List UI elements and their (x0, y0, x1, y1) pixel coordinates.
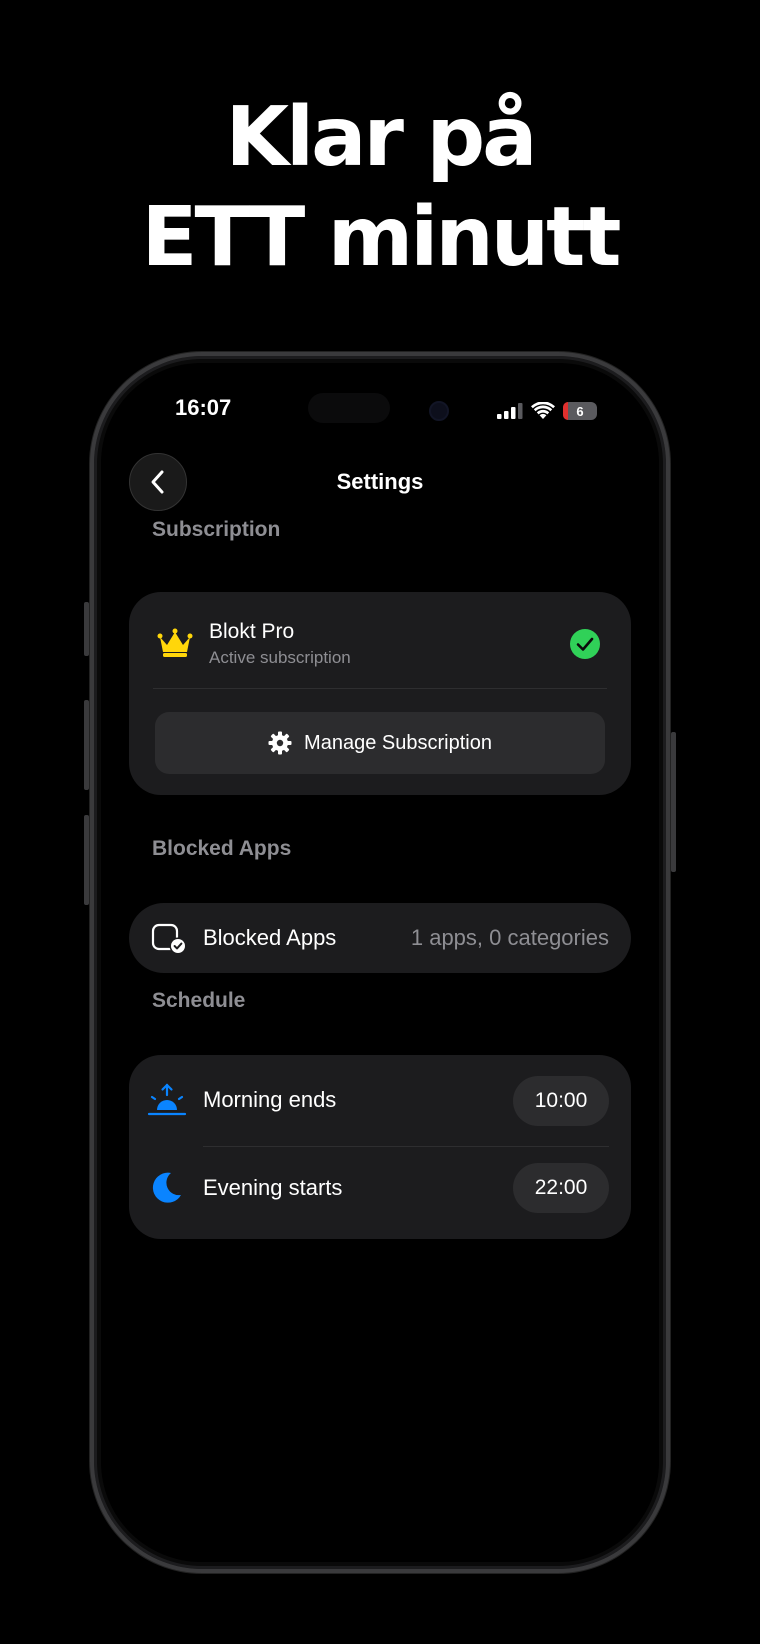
phone-volume-up-button (84, 700, 89, 790)
evening-starts-time-picker[interactable]: 22:00 (513, 1163, 609, 1213)
plan-status: Active subscription (209, 648, 351, 667)
phone-volume-down-button (84, 815, 89, 905)
evening-starts-label: Evening starts (203, 1175, 343, 1200)
dynamic-island (308, 393, 390, 423)
app-check-icon (151, 923, 187, 955)
schedule-section-label: Schedule (152, 989, 246, 1012)
crown-icon (157, 628, 193, 657)
morning-ends-label: Morning ends (203, 1087, 337, 1112)
wifi-icon (531, 402, 555, 419)
cellular-signal-icon (497, 403, 523, 419)
headline-line-1: Klar på (225, 90, 537, 185)
card-divider (153, 688, 607, 689)
checkmark-circle-icon (570, 629, 600, 659)
schedule-card: Morning ends 10:00 Evening starts 22:00 (129, 1055, 631, 1239)
status-icons: 6 (497, 401, 597, 421)
blocked-apps-section-label: Blocked Apps (152, 837, 292, 860)
blocked-apps-label: Blocked Apps (203, 925, 337, 950)
subscription-card: Blokt Pro Active subscription Manage Sub… (129, 592, 631, 795)
schedule-divider (203, 1146, 609, 1147)
status-time: 16:07 (175, 395, 232, 420)
gear-icon (268, 731, 292, 755)
phone-power-button (671, 732, 676, 872)
battery-icon: 6 (563, 402, 597, 420)
blocked-apps-row[interactable]: Blocked Apps 1 apps, 0 categories (129, 903, 631, 973)
moon-icon (152, 1172, 181, 1203)
phone-action-button (84, 602, 89, 656)
manage-subscription-button[interactable]: Manage Subscription (155, 712, 605, 774)
phone-screen: 16:07 6 Settings Subscription Blokt Pro … (101, 363, 659, 1562)
morning-ends-time-picker[interactable]: 10:00 (513, 1076, 609, 1126)
blocked-apps-value: 1 apps, 0 categories (410, 925, 609, 950)
battery-level: 6 (576, 403, 584, 419)
subscription-section-label: Subscription (152, 518, 281, 541)
headline-line-2: ETT minutt (141, 190, 621, 285)
sunrise-icon (147, 1083, 187, 1116)
manage-subscription-label: Manage Subscription (304, 731, 492, 754)
page-title: Settings (336, 469, 424, 494)
camera-icon (429, 401, 449, 421)
plan-name: Blokt Pro (209, 620, 295, 643)
